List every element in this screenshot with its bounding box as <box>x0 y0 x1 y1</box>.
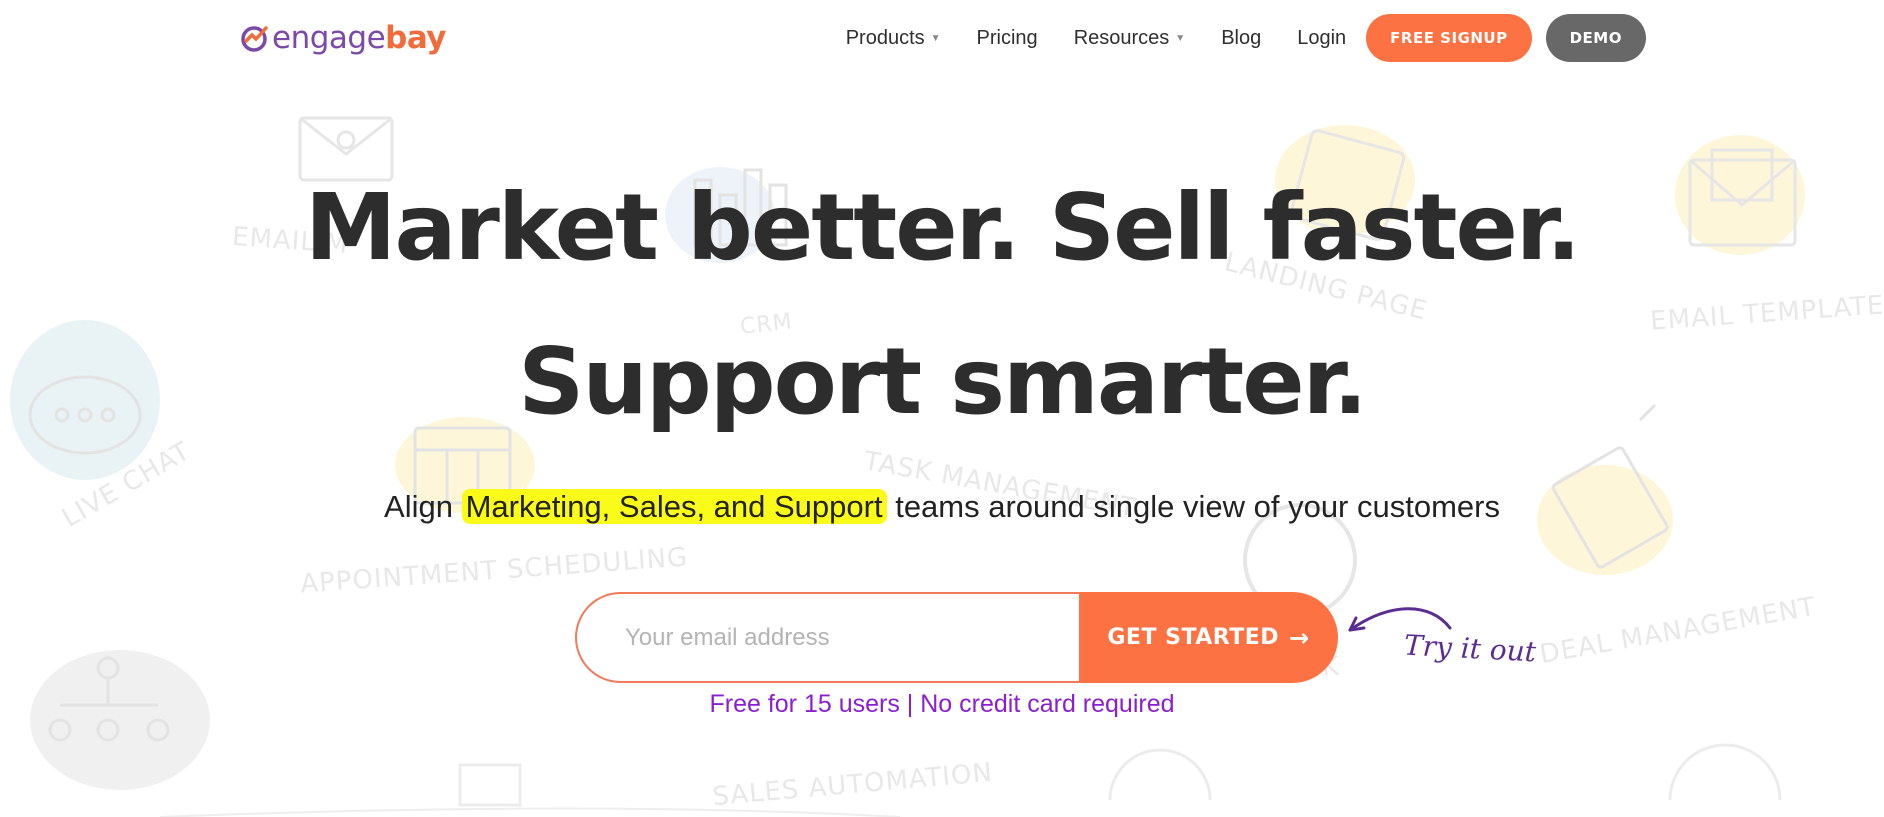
nav-resources-label: Resources <box>1073 26 1170 49</box>
try-it-out-label: Try it out <box>1403 628 1537 669</box>
chevron-down-icon: ▼ <box>1175 32 1186 44</box>
subtitle-suffix: teams around single view of your custome… <box>886 489 1500 524</box>
signup-form: GET STARTED → <box>575 592 1338 683</box>
demo-button[interactable]: DEMO <box>1545 14 1646 62</box>
hero-headline-line1: Market better. Sell faster. <box>304 174 1581 281</box>
sun-doodle <box>458 743 1782 807</box>
nav-blog[interactable]: Blog <box>1221 27 1261 50</box>
get-started-button[interactable]: GET STARTED → <box>1079 592 1338 683</box>
bg-label-email-templates: EMAIL TEMPLATES <box>1649 289 1884 337</box>
envelope-doodle <box>298 116 394 182</box>
bg-label-sales-automation: SALES AUTOMATION <box>711 757 995 813</box>
nav-resources[interactable]: Resources ▼ <box>1074 27 1186 50</box>
logo-text-bay: bay <box>385 20 447 56</box>
nav-login[interactable]: Login <box>1297 27 1346 50</box>
free-users-note: Free for 15 users | No credit card requi… <box>709 690 1175 718</box>
logo-text-engage: engage <box>272 20 386 56</box>
nav-pricing[interactable]: Pricing <box>977 27 1038 50</box>
org-chart-doodle <box>30 650 210 790</box>
logo[interactable]: engage bay <box>240 18 447 58</box>
bg-label-appointment: APPOINTMENT SCHEDULING <box>299 542 690 600</box>
chevron-down-icon: ▼ <box>930 32 941 44</box>
free-signup-button[interactable]: FREE SIGNUP <box>1366 14 1532 62</box>
nav-links: Products ▼ Pricing Resources ▼ Blog Logi… <box>846 14 1646 62</box>
arrow-right-icon: → <box>1289 623 1310 652</box>
subtitle-prefix: Align <box>384 489 462 524</box>
subtitle-highlight: Marketing, Sales, and Support <box>461 489 887 524</box>
top-navigation: engage bay Products ▼ Pricing Resources … <box>0 0 1884 78</box>
hero-headline-line2: Support smarter. <box>518 328 1368 435</box>
hero-subtitle: Align Marketing, Sales, and Support team… <box>0 489 1884 525</box>
nav-products[interactable]: Products ▼ <box>846 27 941 50</box>
nav-products-label: Products <box>845 26 925 49</box>
engagebay-logo-icon <box>241 26 268 52</box>
email-input[interactable] <box>575 592 1095 683</box>
get-started-label: GET STARTED <box>1107 625 1280 650</box>
bg-label-deal-management: DEAL MANAGEMENT <box>1537 591 1819 671</box>
